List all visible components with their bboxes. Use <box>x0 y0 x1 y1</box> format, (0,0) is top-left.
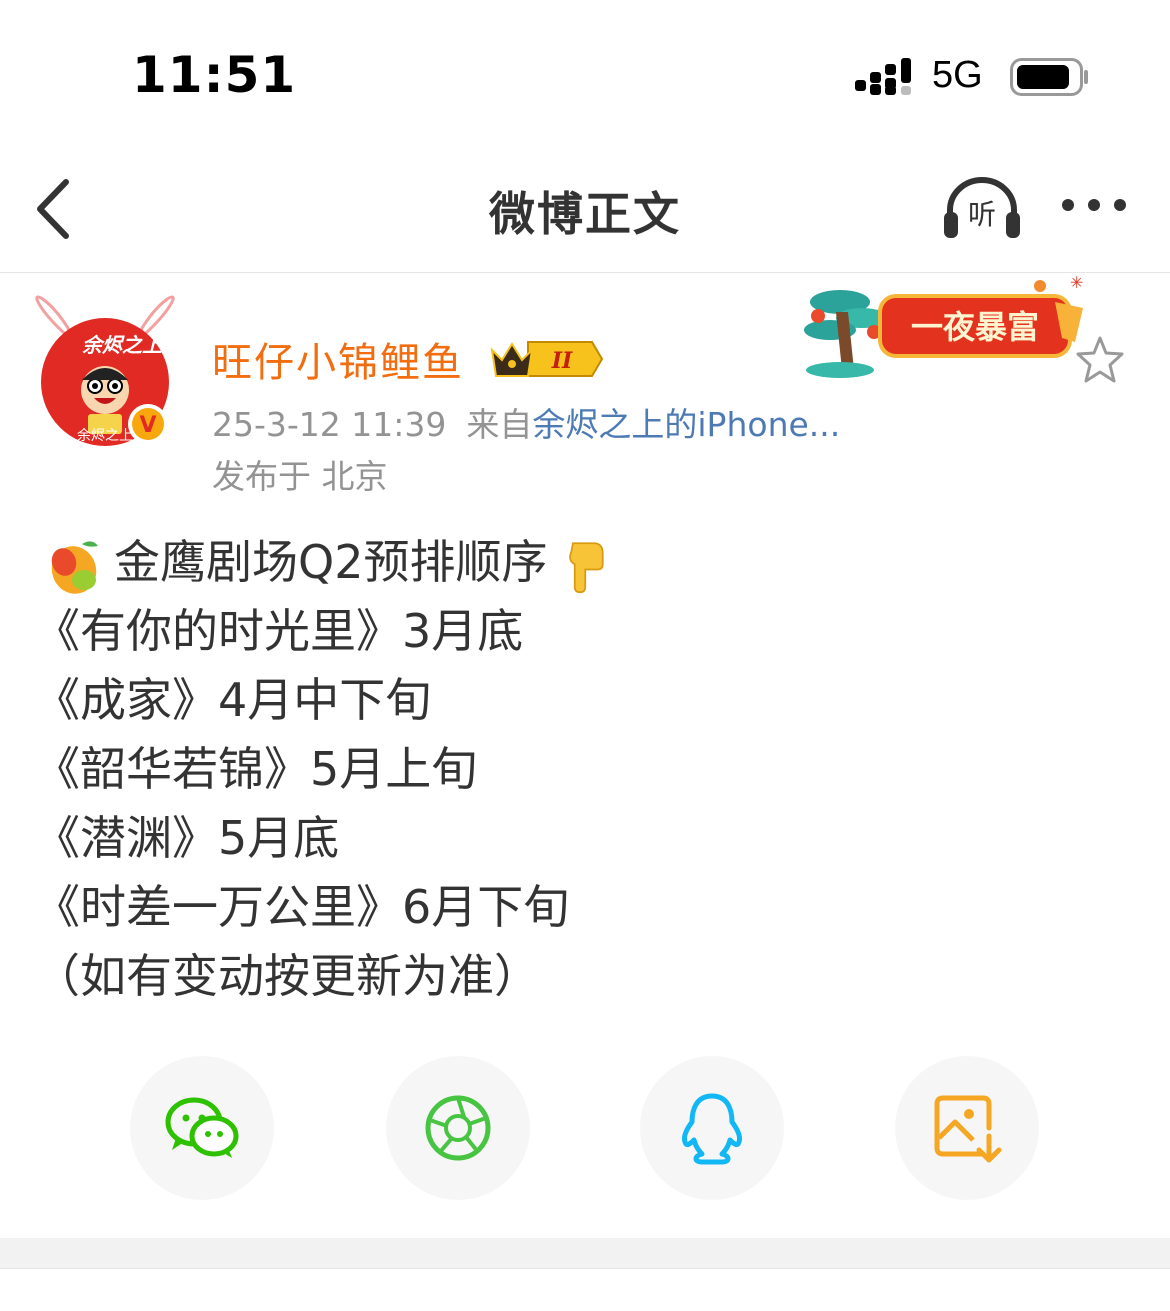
signal-icon <box>855 58 911 95</box>
save-image-icon <box>934 1095 1002 1163</box>
post-meta: 25-3-12 11:39 来自余烬之上的iPhone... <box>212 398 840 446</box>
mango-icon <box>51 540 98 594</box>
battery-icon <box>1010 58 1088 96</box>
svg-text:V: V <box>139 413 156 438</box>
save-image-button[interactable] <box>895 1056 1039 1200</box>
source-link[interactable]: 余烬之上的iPhone... <box>532 405 840 444</box>
avatar-caption: 余烬之上 <box>77 427 133 444</box>
post-line: 《潜渊》5月底 <box>34 811 340 865</box>
post-content: 金鹰剧场Q2预排顺序 《有你的时光里》3月底 《成家》4月中下旬 《韶华若锦》5… <box>34 528 1134 1011</box>
listen-icon[interactable]: 听 <box>942 174 1022 244</box>
post-line: （如有变动按更新为准） <box>34 949 540 1003</box>
wechat-icon <box>165 1097 239 1158</box>
vip-crown-icon[interactable]: II <box>488 336 604 382</box>
post-line: 《成家》4月中下旬 <box>34 673 432 727</box>
post-line: 金鹰剧场Q2预排顺序 <box>34 528 1134 597</box>
avatar-logo-text: 余烬之上 <box>82 333 163 357</box>
post-line: 《韶华若锦》5月上旬 <box>34 742 478 796</box>
listen-label: 听 <box>968 198 996 231</box>
post-line: 《有你的时光里》3月底 <box>34 604 524 658</box>
more-icon[interactable] <box>1058 190 1130 220</box>
festive-banner[interactable]: 一夜暴富 ✳ <box>800 272 1090 382</box>
status-time: 11:51 <box>132 46 297 104</box>
nav-bar: 微博正文 听 <box>0 150 1170 273</box>
post-location: 发布于 北京 <box>212 457 388 496</box>
pointing-down-icon <box>569 541 605 593</box>
svg-text:✳: ✳ <box>1070 273 1083 292</box>
share-wechat-button[interactable] <box>130 1056 274 1200</box>
share-moments-button[interactable] <box>386 1056 530 1200</box>
status-bar: 11:51 5G <box>0 0 1170 150</box>
qq-icon <box>681 1093 743 1165</box>
network-label: 5G <box>932 54 983 96</box>
post-line: 《时差一万公里》6月下旬 <box>34 880 570 934</box>
post-line-text: 金鹰剧场Q2预排顺序 <box>114 535 548 589</box>
section-divider <box>0 1238 1170 1269</box>
share-row <box>0 1056 1170 1202</box>
banner-text: 一夜暴富 <box>911 308 1039 346</box>
moments-icon <box>425 1095 491 1161</box>
favorite-star-icon[interactable] <box>1072 332 1128 388</box>
author-name[interactable]: 旺仔小锦鲤鱼 <box>212 330 464 388</box>
source-prefix: 来自 <box>466 405 533 444</box>
avatar[interactable]: 余烬之上 余烬之上 V <box>30 290 180 450</box>
vip-level: II <box>551 348 573 374</box>
share-qq-button[interactable] <box>640 1056 784 1200</box>
post-time: 25-3-12 11:39 <box>212 405 447 444</box>
